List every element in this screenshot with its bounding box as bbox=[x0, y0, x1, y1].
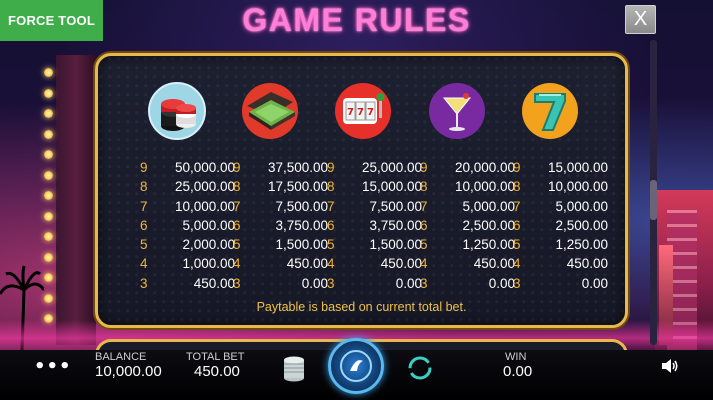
paytable-row: 9 15,000.00 bbox=[513, 160, 608, 175]
sound-icon[interactable] bbox=[660, 356, 680, 376]
paytable-row: 4 450.00 bbox=[233, 256, 328, 272]
balance-label: BALANCE bbox=[95, 351, 147, 363]
paytable-row: 9 25,000.00 bbox=[327, 160, 422, 175]
paytable-column-cocktail: 9 20,000.00 8 10,000.00 7 5,000.00 6 2,500.0… bbox=[420, 160, 515, 295]
paytable-row: 7 5,000.00 bbox=[420, 198, 515, 214]
scroll-thumb[interactable] bbox=[650, 180, 657, 220]
bet-chips-icon[interactable] bbox=[283, 352, 305, 382]
svg-text:7: 7 bbox=[367, 107, 374, 118]
paytable-row: 6 2,500.00 bbox=[513, 217, 608, 233]
total-bet-value: 450.00 bbox=[194, 363, 240, 380]
paytable-row: 5 2,000.00 bbox=[140, 237, 235, 253]
paytable-row: 8 25,000.00 bbox=[140, 179, 235, 195]
paytable-row: 5 1,250.00 bbox=[420, 237, 515, 253]
paytable-row: 8 17,500.00 bbox=[233, 179, 328, 195]
paytable-column-briefcase: 9 37,500.00 8 17,500.00 7 7,500.00 6 3,750.0… bbox=[233, 160, 328, 295]
paytable-row: 5 1,500.00 bbox=[233, 237, 328, 253]
close-button[interactable]: X bbox=[625, 5, 656, 34]
total-bet-label: TOTAL BET bbox=[186, 351, 245, 363]
paytable-row: 7 7,500.00 bbox=[327, 198, 422, 214]
paytable-column-slot: 9 25,000.00 8 15,000.00 7 7,500.00 6 3,750.0… bbox=[327, 160, 422, 295]
paytable-row: 8 10,000.00 bbox=[420, 179, 515, 195]
paytable-row: 3 450.00 bbox=[140, 275, 235, 291]
paytable-row: 7 10,000.00 bbox=[140, 198, 235, 214]
casino-chips-icon bbox=[148, 82, 206, 140]
balance-value: 10,000.00 bbox=[95, 363, 162, 380]
slot-machine-icon: 7 7 7 bbox=[334, 82, 392, 140]
paytable-row: 9 37,500.00 bbox=[233, 160, 328, 175]
paytable-column-chips: 9 50,000.00 8 25,000.00 7 10,000.00 6 5,000.… bbox=[140, 160, 235, 295]
paytable-row: 3 0.00 bbox=[327, 275, 422, 291]
paytable-row: 9 50,000.00 bbox=[140, 160, 235, 175]
paytable-row: 3 0.00 bbox=[420, 275, 515, 291]
lucky-seven-icon bbox=[521, 82, 579, 140]
paytable-row: 4 450.00 bbox=[420, 256, 515, 272]
paytable-row: 8 15,000.00 bbox=[327, 179, 422, 195]
paytable-row: 4 1,000.00 bbox=[140, 256, 235, 272]
spin-icon bbox=[340, 350, 372, 382]
scrollbar[interactable] bbox=[650, 40, 657, 345]
paytable-row: 4 450.00 bbox=[327, 256, 422, 272]
paytable-row: 6 3,750.00 bbox=[233, 217, 328, 233]
page-title: GAME RULES bbox=[242, 2, 471, 38]
left-pillar bbox=[56, 55, 96, 345]
autoplay-icon[interactable] bbox=[406, 354, 434, 382]
paytable-row: 6 2,500.00 bbox=[420, 217, 515, 233]
paytable-row: 5 1,250.00 bbox=[513, 237, 608, 253]
cocktail-glass-icon bbox=[428, 82, 486, 140]
paytable-row: 8 10,000.00 bbox=[513, 179, 608, 195]
svg-text:7: 7 bbox=[347, 107, 354, 118]
paytable-row: 7 7,500.00 bbox=[233, 198, 328, 214]
paytable-row: 7 5,000.00 bbox=[513, 198, 608, 214]
win-label: WIN bbox=[505, 351, 527, 363]
paytable-row: 6 3,750.00 bbox=[327, 217, 422, 233]
paytable-row: 3 0.00 bbox=[233, 275, 328, 291]
win-value: 0.00 bbox=[503, 363, 533, 380]
paytable-row: 3 0.00 bbox=[513, 275, 608, 291]
paytable-note: Paytable is based on current total bet. bbox=[256, 300, 467, 314]
marquee-bulbs bbox=[44, 68, 54, 335]
paytable-row: 5 1,500.00 bbox=[327, 237, 422, 253]
paytable-row: 6 5,000.00 bbox=[140, 217, 235, 233]
paytable-row: 4 450.00 bbox=[513, 256, 608, 272]
cash-briefcase-icon bbox=[241, 82, 299, 140]
svg-text:7: 7 bbox=[357, 107, 364, 118]
paytable-row: 9 20,000.00 bbox=[420, 160, 515, 175]
spin-button[interactable] bbox=[328, 338, 384, 394]
paytable-column-seven: 9 15,000.00 8 10,000.00 7 5,000.00 6 2,500.0… bbox=[513, 160, 608, 295]
menu-button[interactable]: ••• bbox=[34, 356, 72, 377]
